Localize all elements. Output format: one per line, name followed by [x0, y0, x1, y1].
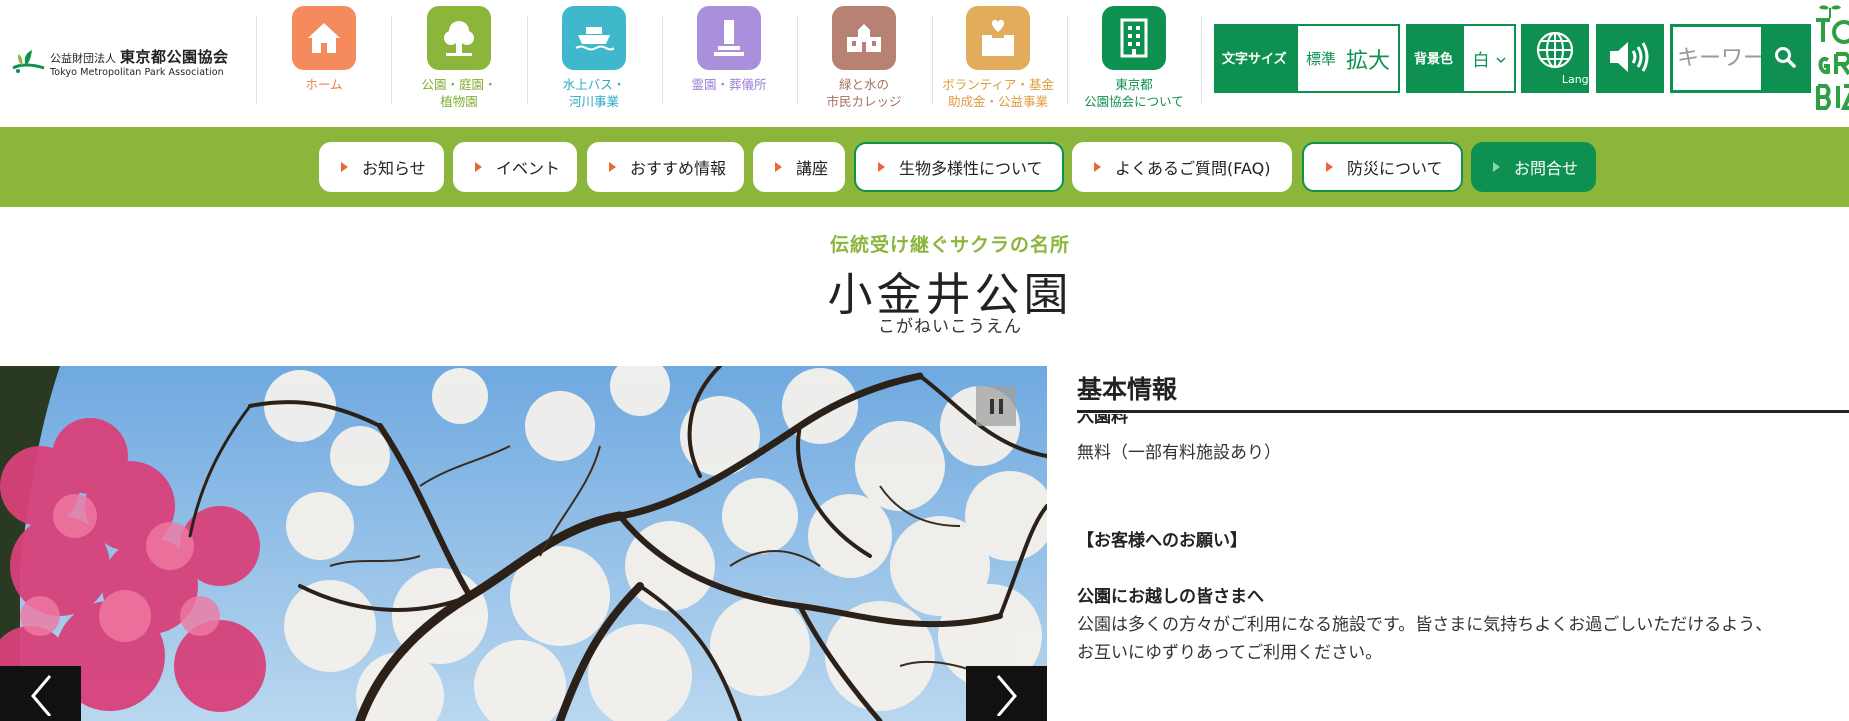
- nav-divider: [1201, 16, 1202, 104]
- nav-label-home: ホーム: [305, 77, 343, 92]
- subnav-label: 生物多様性について: [899, 159, 1043, 178]
- nav-item-water-bus[interactable]: 水上バス・ 河川事業: [527, 6, 661, 114]
- subnav-label: お知らせ: [362, 159, 426, 178]
- speaker-icon: [1607, 38, 1653, 80]
- basic-info-panel: 基本情報 入園料 無料（一部有料施設あり） 【お客様へのお願い】 公園にお越しの…: [1077, 366, 1849, 721]
- pause-icon: [998, 398, 1003, 414]
- visitor-notice-heading: 公園にお越しの皆さまへ: [1077, 587, 1264, 607]
- donation-box-icon: [966, 6, 1030, 70]
- house-icon: [292, 6, 356, 70]
- subnav-label: 講座: [796, 159, 829, 178]
- slider-pause-button[interactable]: [976, 386, 1016, 426]
- nav-label-volunteer: ボランティア・基金 助成金・公益事業: [942, 77, 1054, 109]
- visitor-request-heading: 【お客様へのお願い】: [1077, 531, 1247, 551]
- background-color-label: 背景色: [1414, 52, 1454, 67]
- site-header: 公益財団法人 東京都公園協会 Tokyo Metropolitan Park A…: [0, 0, 1849, 127]
- subnav-label: お問合せ: [1514, 159, 1579, 178]
- nav-item-home[interactable]: ホーム: [257, 6, 391, 114]
- subnav-news[interactable]: お知らせ: [319, 142, 444, 192]
- background-color-select[interactable]: 白: [1464, 26, 1514, 91]
- globe-icon: [1535, 30, 1575, 74]
- nav-label-about: 東京都 公園協会について: [1084, 77, 1184, 109]
- font-size-control: 文字サイズ 標準 拡大: [1214, 24, 1400, 93]
- tombstone-icon: [697, 6, 761, 70]
- font-size-label: 文字サイズ: [1222, 52, 1287, 67]
- logo-name: 東京都公園協会: [120, 48, 229, 66]
- subnav-recommended[interactable]: おすすめ情報: [587, 142, 744, 192]
- subnav-faq[interactable]: よくあるご質問(FAQ): [1072, 142, 1292, 192]
- triangle-right-icon: [1493, 162, 1500, 172]
- logo-corp-type: 公益財団法人: [50, 52, 116, 65]
- subnav-contact[interactable]: お問合せ: [1471, 142, 1596, 192]
- read-aloud-button[interactable]: [1596, 24, 1664, 93]
- triangle-right-icon: [1326, 162, 1333, 172]
- background-color-control: 背景色 白: [1406, 24, 1516, 93]
- subnav-biodiversity[interactable]: 生物多様性について: [854, 142, 1064, 192]
- nav-label-water-bus: 水上バス・ 河川事業: [562, 77, 626, 109]
- subnav-label: イベント: [496, 159, 561, 178]
- triangle-right-icon: [775, 162, 782, 172]
- heading-divider: [1077, 410, 1849, 413]
- admission-label: 入園料: [1077, 414, 1128, 424]
- nav-item-volunteer[interactable]: ボランティア・基金 助成金・公益事業: [931, 6, 1065, 114]
- nav-item-about[interactable]: 東京都 公園協会について: [1067, 6, 1201, 114]
- nav-label-parks: 公園・庭園・ 植物園: [421, 77, 497, 109]
- language-button[interactable]: Language: [1521, 24, 1616, 93]
- chevron-left-icon: [28, 672, 54, 720]
- subnav-disaster[interactable]: 防災について: [1302, 142, 1463, 192]
- subnav-label: おすすめ情報: [630, 159, 727, 178]
- visitor-notice-text: 公園は多くの方々がご利用になる施設です。皆さまに気持ちよくお過ごしいただけるよう…: [1077, 615, 1773, 635]
- basic-info-heading: 基本情報: [1077, 375, 1178, 404]
- nav-item-parks[interactable]: 公園・庭園・ 植物園: [392, 6, 526, 114]
- nav-label-college: 緑と水の 市民カレッジ: [826, 77, 902, 109]
- page-title-reading: こがねいこうえん: [878, 317, 1022, 337]
- subnav-label: よくあるご質問(FAQ): [1115, 159, 1271, 178]
- nav-item-cemeteries[interactable]: 霊園・葬儀所: [662, 6, 796, 114]
- logo-english-name: Tokyo Metropolitan Park Association: [50, 67, 224, 78]
- search-icon: [1774, 46, 1796, 72]
- font-size-options: 標準 拡大: [1298, 26, 1398, 91]
- building-icon: [1102, 6, 1166, 70]
- triangle-right-icon: [475, 162, 482, 172]
- sub-navigation: お知らせ イベント おすすめ情報 講座 生物多様性について よくあるご質問(FA…: [0, 127, 1849, 207]
- font-size-large-button[interactable]: 拡大: [1346, 43, 1390, 75]
- page-catchphrase: 伝統受け継ぐサクラの名所: [829, 234, 1070, 256]
- subnav-courses[interactable]: 講座: [753, 142, 845, 192]
- font-size-standard-button[interactable]: 標準: [1306, 48, 1336, 69]
- search-input[interactable]: [1677, 27, 1763, 90]
- tokyo-green-biz-logo-icon[interactable]: [1814, 4, 1849, 112]
- visitor-notice-text: お互いにゆずりあってご利用ください。: [1077, 643, 1383, 663]
- background-color-value: 白: [1472, 51, 1490, 71]
- photo-slider: [0, 366, 1047, 721]
- slider-prev-button[interactable]: [0, 666, 81, 721]
- park-leaf-logo-icon: [10, 46, 46, 78]
- pause-icon: [989, 398, 994, 414]
- slider-next-button[interactable]: [966, 666, 1047, 721]
- site-search: [1670, 24, 1811, 93]
- triangle-right-icon: [878, 162, 885, 172]
- triangle-right-icon: [609, 162, 616, 172]
- subnav-label: 防災について: [1347, 159, 1443, 178]
- tree-icon: [427, 6, 491, 70]
- chevron-down-icon: [1495, 49, 1506, 68]
- plum-blossom-photo: [0, 366, 1047, 721]
- chevron-right-icon: [994, 672, 1020, 720]
- triangle-right-icon: [1094, 162, 1101, 172]
- nav-item-college[interactable]: 緑と水の 市民カレッジ: [797, 6, 931, 114]
- admission-fee: 無料（一部有料施設あり）: [1077, 443, 1281, 463]
- subnav-events[interactable]: イベント: [453, 142, 577, 192]
- site-logo[interactable]: 公益財団法人 東京都公園協会 Tokyo Metropolitan Park A…: [10, 42, 246, 82]
- search-button[interactable]: [1761, 27, 1808, 90]
- triangle-right-icon: [341, 162, 348, 172]
- boat-icon: [562, 6, 626, 70]
- nav-label-cemeteries: 霊園・葬儀所: [691, 77, 767, 92]
- school-icon: [832, 6, 896, 70]
